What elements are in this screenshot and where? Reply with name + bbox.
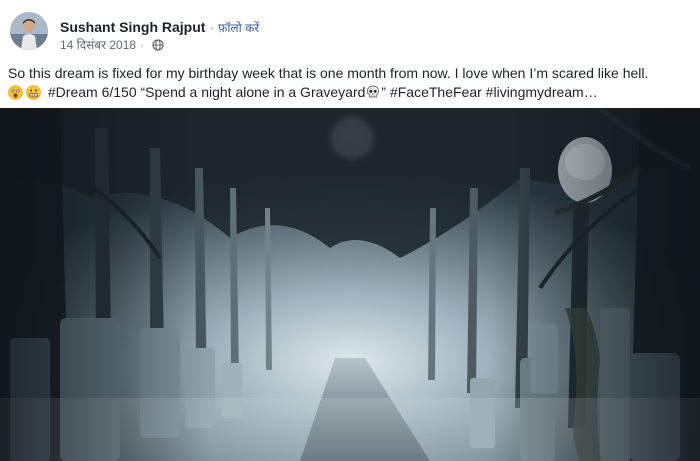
post-caption: So this dream is fixed for my birthday w… <box>8 64 698 102</box>
skull-emoji-icon <box>367 85 380 98</box>
post-date[interactable]: 14 दिसंबर 2018 <box>60 38 136 52</box>
caption-line-2: #Dream 6/150 “Spend a night alone in a G… <box>8 83 698 102</box>
grimacing-face-emoji-icon <box>26 85 41 100</box>
post-photo[interactable] <box>0 108 700 461</box>
scared-face-emoji-icon <box>8 85 23 100</box>
meta-separator-dot: · <box>140 38 145 52</box>
caption-hashtags-start[interactable]: #Dream 6/150 “Spend a night alone in a G… <box>48 84 366 100</box>
post-header: Sushant Singh Rajput · फ़ॉलो करें 14 दिसंब… <box>0 0 700 60</box>
separator-dot: · <box>209 19 215 35</box>
caption-hashtags-end[interactable]: ” #FaceTheFear #livingmydream… <box>381 84 597 100</box>
facebook-post: Sushant Singh Rajput · फ़ॉलो करें 14 दिसंब… <box>0 0 700 461</box>
avatar[interactable] <box>10 12 48 50</box>
globe-icon[interactable] <box>152 39 164 51</box>
misty-graveyard-photo <box>0 108 700 461</box>
caption-line-1: So this dream is fixed for my birthday w… <box>8 65 649 81</box>
follow-button[interactable]: फ़ॉलो करें <box>218 21 259 35</box>
author-name[interactable]: Sushant Singh Rajput <box>60 19 205 35</box>
